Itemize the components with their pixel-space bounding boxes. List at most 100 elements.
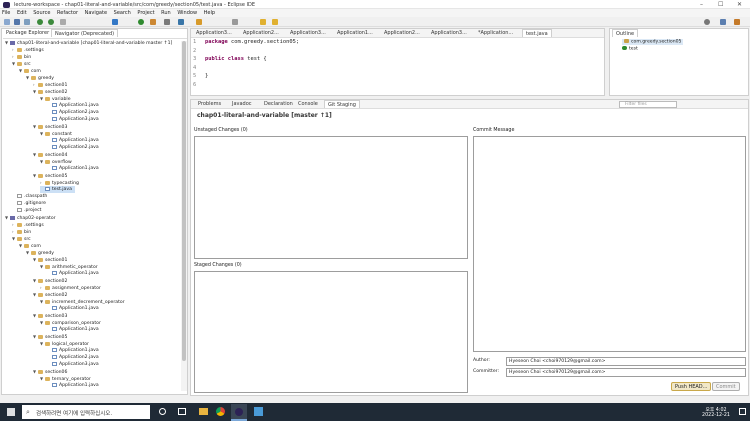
editor-tab[interactable]: Application1... <box>334 29 376 37</box>
tree-item[interactable]: Application2.java <box>47 144 99 151</box>
tab-outline[interactable]: Outline <box>612 29 639 37</box>
outline-class[interactable]: test <box>622 46 638 52</box>
app-icon[interactable] <box>254 407 263 416</box>
tree-item[interactable]: .project <box>12 207 41 214</box>
bottom-tab[interactable]: Git Staging <box>324 100 360 108</box>
editor-tab[interactable]: *Application... <box>475 29 516 37</box>
tree-item[interactable]: › section01 <box>33 81 67 88</box>
tree-item[interactable]: ▼ increment_decrement_operator <box>40 298 125 305</box>
tree-item[interactable]: ▼ section05 <box>33 172 67 179</box>
run-icon[interactable] <box>37 19 43 25</box>
bottom-tab[interactable]: Javadoc <box>229 100 255 108</box>
editor-tab[interactable]: test.java <box>522 29 552 37</box>
tree-item[interactable]: Application3.java <box>47 116 99 123</box>
editor-tab[interactable]: Application2... <box>381 29 423 37</box>
tree-item[interactable]: Application1.java <box>47 137 99 144</box>
new-java-class-icon[interactable] <box>164 19 170 25</box>
tree-item[interactable]: Application2.java <box>47 354 99 361</box>
tree-item[interactable]: ▼ greedy <box>26 249 54 256</box>
tree-item[interactable]: ▼ chap02-operator <box>5 214 56 221</box>
tree-item[interactable]: Application1.java <box>47 165 99 172</box>
save-icon[interactable] <box>14 19 20 25</box>
bottom-tab[interactable]: Console <box>295 100 321 108</box>
tree-item[interactable]: › bin <box>12 228 31 235</box>
menu-project[interactable]: Project <box>137 10 154 16</box>
bottom-tab[interactable]: Problems <box>195 100 224 108</box>
search-icon[interactable] <box>704 19 710 25</box>
tree-item[interactable]: ▼ section06 <box>33 368 67 375</box>
tree-scrollbar-thumb[interactable] <box>182 41 186 361</box>
tree-item[interactable]: ▼ variable <box>40 95 71 102</box>
commit-message-input[interactable] <box>473 136 746 352</box>
committer-field[interactable]: Hyeseon Choi <choi970129@gmail.com> <box>506 368 746 377</box>
tree-item[interactable]: › assignment_operator <box>40 284 101 291</box>
editor-tab[interactable]: Application3... <box>287 29 329 37</box>
tree-item[interactable]: Application1.java <box>47 102 99 109</box>
minimize-button[interactable]: – <box>700 1 703 8</box>
bottom-tab[interactable]: Declaration <box>261 100 296 108</box>
task-view-icon[interactable] <box>178 408 186 415</box>
code-editor[interactable]: 1 package com.greedy.section05; 2 3 public c… <box>193 39 598 94</box>
menu-run[interactable]: Run <box>161 10 171 16</box>
filter-files-input[interactable]: Filter files <box>619 101 677 108</box>
tree-item[interactable]: ▼ section02 <box>33 291 67 298</box>
tree-item[interactable]: Application1.java <box>47 305 99 312</box>
debug-icon[interactable] <box>48 19 54 25</box>
tab-package-explorer[interactable]: Package Explorer <box>3 29 52 37</box>
coverage-icon[interactable] <box>150 19 156 25</box>
back-icon[interactable] <box>260 19 266 25</box>
tree-item[interactable]: ▼ overflow <box>40 158 72 165</box>
tree-item[interactable]: Application2.java <box>47 109 99 116</box>
tree-item[interactable]: ▼ section03 <box>33 123 67 130</box>
tab-navigator[interactable]: Navigator (Deprecated) <box>51 29 119 37</box>
tree-item[interactable]: ▼ src <box>12 235 31 242</box>
tree-item[interactable]: ▼ constant <box>40 130 72 137</box>
maximize-button[interactable]: ☐ <box>718 1 723 8</box>
editor-tab[interactable]: Application3... <box>193 29 235 37</box>
run-last-icon[interactable] <box>138 19 144 25</box>
tree-item[interactable]: ▼ ternary_operator <box>40 375 91 382</box>
tree-item[interactable]: › .settings <box>12 221 44 228</box>
open-type-icon[interactable] <box>178 19 184 25</box>
save-all-icon[interactable] <box>24 19 30 25</box>
tree-item[interactable]: Application1.java <box>47 347 99 354</box>
menu-navigate[interactable]: Navigate <box>85 10 107 16</box>
clock-date[interactable]: 2022-12-21 <box>697 413 735 418</box>
outline-package[interactable]: com.greedy.section05 <box>622 39 684 45</box>
push-head-button[interactable]: Push HEAD... <box>671 382 712 391</box>
tree-item[interactable]: › typecasting <box>40 179 79 186</box>
file-explorer-icon[interactable] <box>199 408 208 415</box>
new-icon[interactable] <box>4 19 10 25</box>
tree-item[interactable]: ▼ section02 <box>33 88 67 95</box>
tree-item[interactable]: ▼ chap01-literal-and-variable [chap01-lit… <box>5 39 172 46</box>
author-field[interactable]: Hyeseon Choi <choi970129@gmail.com> <box>506 357 746 366</box>
tree-item[interactable]: ▼ src <box>12 60 31 67</box>
tree-item[interactable]: Application1.java <box>47 326 99 333</box>
tree-item[interactable]: ▼ com <box>19 242 41 249</box>
tree-item[interactable]: ▼ comparison_operator <box>40 319 101 326</box>
tree-item[interactable]: ▼ section03 <box>33 312 67 319</box>
tree-scrollbar[interactable] <box>181 41 187 391</box>
tree-item[interactable]: ▼ section02 <box>33 277 67 284</box>
perspective-java-icon[interactable] <box>720 19 726 25</box>
close-button[interactable]: ✕ <box>737 1 742 8</box>
tree-item[interactable]: ▼ section05 <box>33 333 67 340</box>
editor-tab[interactable]: Application2... <box>240 29 282 37</box>
commit-button[interactable]: Commit <box>712 382 740 391</box>
eclipse-taskbar-button[interactable] <box>231 404 247 421</box>
tree-item[interactable]: Application3.java <box>47 361 99 368</box>
windows-start-icon[interactable] <box>7 408 15 416</box>
menu-refactor[interactable]: Refactor <box>57 10 78 16</box>
tree-item[interactable]: ▼ section01 <box>33 256 67 263</box>
forward-icon[interactable] <box>272 19 278 25</box>
tree-item[interactable]: ▼ greedy <box>26 74 54 81</box>
menu-window[interactable]: Window <box>177 10 197 16</box>
taskbar-search-box[interactable]: ⌕ 검색하려면 여기에 입력하십시오. <box>22 405 150 419</box>
tree-item[interactable]: .gitignore <box>12 200 46 207</box>
tree-item[interactable]: ▼ section04 <box>33 151 67 158</box>
tree-item[interactable]: Application1.java <box>47 270 99 277</box>
tree-item[interactable]: .classpath <box>12 193 47 200</box>
menu-file[interactable]: File <box>2 10 10 16</box>
tree-item[interactable]: Application1.java <box>47 382 99 389</box>
tree-item[interactable]: ▼ com <box>19 67 41 74</box>
